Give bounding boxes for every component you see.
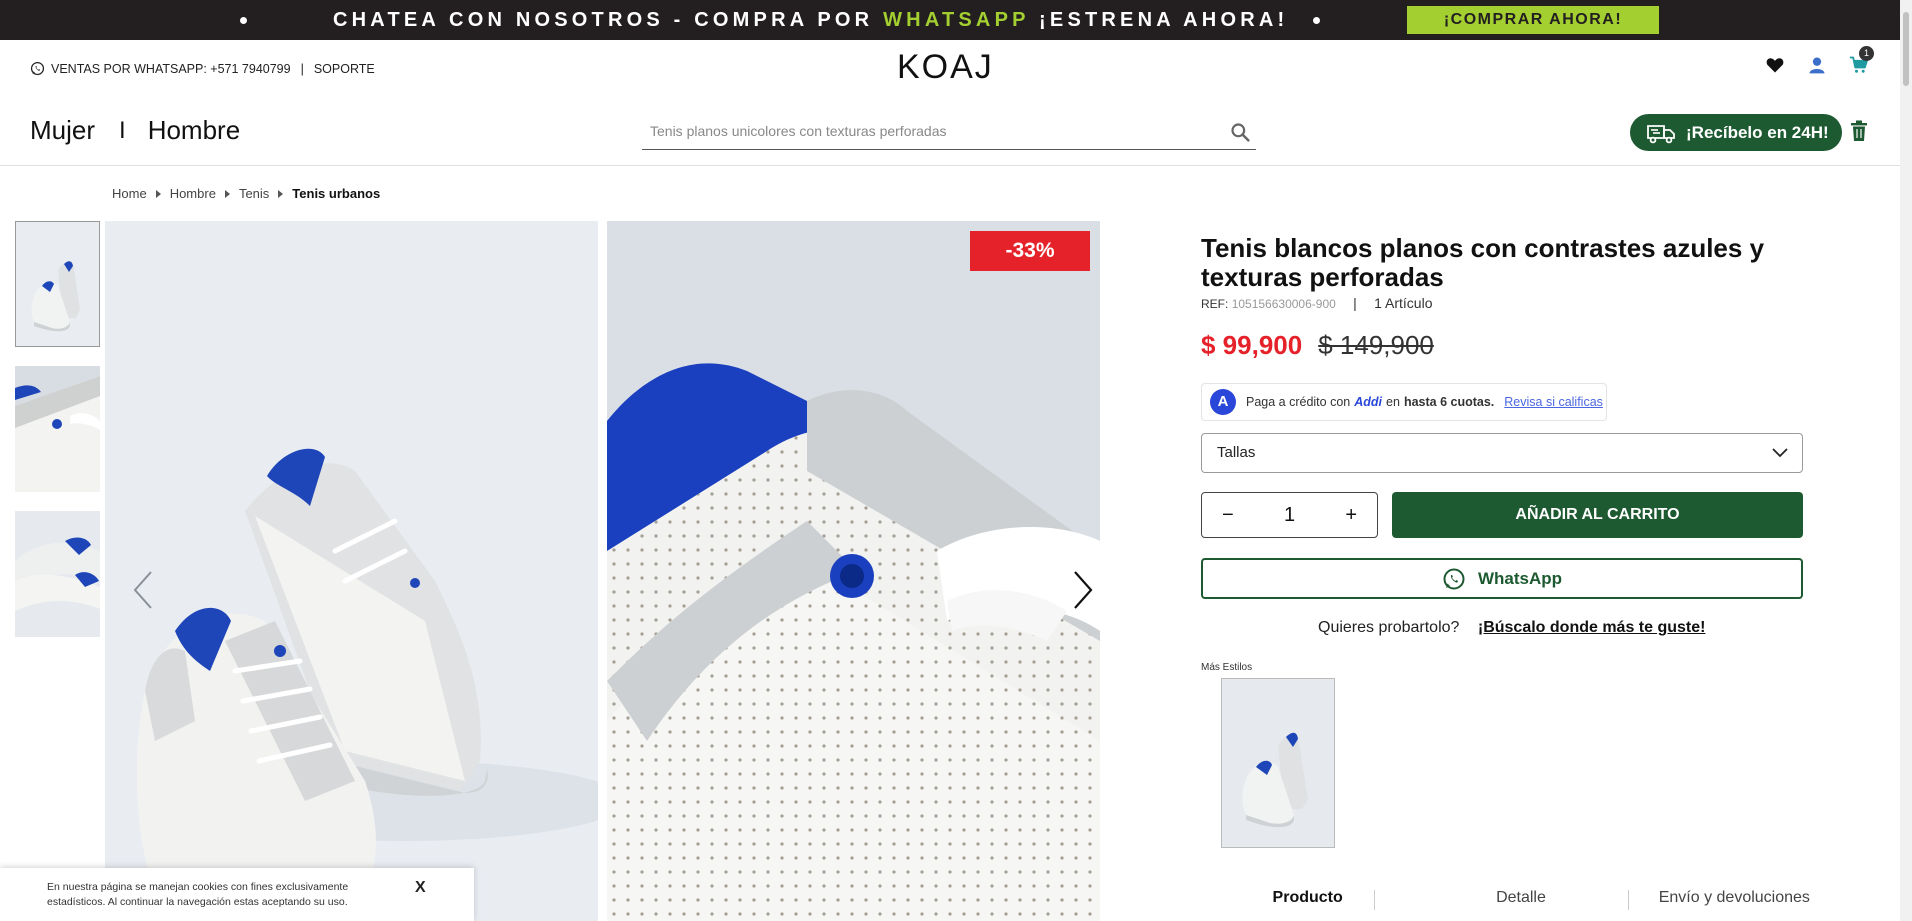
nav-men[interactable]: Hombre: [148, 115, 240, 146]
quantity-minus-button[interactable]: −: [1222, 504, 1234, 527]
breadcrumb-home[interactable]: Home: [112, 186, 147, 201]
product-ref: REF: 105156630006-900 | 1 Artículo: [1201, 295, 1433, 311]
tab-shipping-returns[interactable]: Envío y devoluciones: [1628, 880, 1841, 921]
delivery-24h-button[interactable]: ¡Recíbelo en 24H!: [1630, 114, 1842, 151]
addi-credit-banner: A Paga a crédito con Addi en hasta 6 cuo…: [1201, 383, 1607, 421]
product-photo-sneakers: [105, 221, 598, 921]
promo-buy-now-button[interactable]: ¡COMPRAR AHORA!: [1407, 6, 1659, 34]
price-current: $ 99,900: [1201, 330, 1303, 360]
breadcrumb-shoes[interactable]: Tenis: [239, 186, 269, 201]
promo-dot: [240, 17, 247, 24]
tab-divider: [1374, 890, 1375, 910]
koaj-logo[interactable]: KOAJ: [897, 48, 994, 87]
addi-logo-icon: A: [1210, 389, 1236, 415]
breadcrumb: Home Hombre Tenis Tenis urbanos: [112, 186, 380, 201]
gallery-prev-arrow-icon[interactable]: [129, 568, 159, 612]
search-icon[interactable]: [1230, 122, 1250, 142]
cart-count-badge: 1: [1859, 46, 1874, 61]
size-select[interactable]: Tallas: [1201, 433, 1803, 473]
nav-women[interactable]: Mujer: [30, 115, 95, 146]
product-info-tabs: Producto Detalle Envío y devoluciones: [1201, 880, 1841, 921]
search-bar: [642, 116, 1256, 150]
product-title: Tenis blancos planos con contrastes azul…: [1201, 233, 1765, 292]
discount-badge: -33%: [970, 231, 1090, 271]
gallery-thumbnail-1[interactable]: [15, 221, 100, 347]
breadcrumb-current: Tenis urbanos: [292, 186, 381, 201]
support-link[interactable]: SOPORTE: [314, 62, 375, 76]
addi-brand: Addi: [1354, 395, 1383, 409]
price-block: $ 99,900 $ 149,900: [1201, 330, 1434, 361]
nav-separator: I: [119, 116, 126, 144]
delivery-truck-icon: [1647, 124, 1675, 143]
tab-product[interactable]: Producto: [1201, 880, 1414, 921]
quantity-value[interactable]: 1: [1284, 504, 1295, 527]
search-input[interactable]: [642, 116, 1202, 146]
page-scrollbar[interactable]: [1900, 0, 1912, 921]
cookie-banner: En nuestra página se manejan cookies con…: [0, 868, 474, 921]
whatsapp-button[interactable]: WhatsApp: [1201, 558, 1803, 599]
quantity-stepper: − 1 +: [1201, 492, 1378, 538]
trash-icon[interactable]: [1850, 120, 1868, 142]
addi-check-link[interactable]: Revisa si calificas: [1504, 395, 1603, 409]
delivery-label: ¡Recíbelo en 24H!: [1686, 122, 1829, 142]
utility-separator: |: [300, 61, 304, 76]
addi-text-mid: en: [1386, 395, 1400, 409]
chevron-down-icon: [1772, 448, 1788, 458]
ref-separator: |: [1353, 295, 1357, 311]
item-count: 1 Artículo: [1374, 295, 1433, 311]
whatsapp-button-label: WhatsApp: [1477, 568, 1563, 588]
whatsapp-icon: [30, 61, 45, 76]
try-on-prompt: Quieres probartolo? ¡Búscalo donde más t…: [1318, 619, 1705, 637]
whatsapp-sales-link[interactable]: VENTAS POR WHATSAPP: +571 7940799: [51, 62, 291, 76]
cookie-text: En nuestra página se manejan cookies con…: [47, 881, 349, 908]
product-image-detail[interactable]: [607, 221, 1100, 921]
product-image-main[interactable]: [105, 221, 598, 921]
promo-message: CHATEA CON NOSOTROS - COMPRA POR WHATSAP…: [333, 9, 1288, 32]
promo-text-prefix: CHATEA CON NOSOTROS - COMPRA POR: [333, 9, 884, 31]
size-select-label: Tallas: [1217, 444, 1256, 461]
try-on-question: Quieres probartolo?: [1318, 619, 1460, 636]
promo-dot: [1313, 17, 1320, 24]
promo-bar: CHATEA CON NOSOTROS - COMPRA POR WHATSAP…: [0, 0, 1900, 40]
user-icon[interactable]: [1807, 55, 1827, 75]
gallery-next-arrow-icon[interactable]: [1067, 568, 1097, 612]
ref-value: 105156630006-900: [1231, 297, 1336, 311]
gallery-thumbnail-2[interactable]: [15, 366, 100, 492]
find-store-link[interactable]: ¡Búscalo donde más te guste!: [1478, 619, 1706, 636]
quantity-plus-button[interactable]: +: [1345, 504, 1357, 527]
header-icons: 1: [1765, 46, 1874, 75]
product-photo-detail: [607, 221, 1100, 921]
more-styles-label: Más Estilos: [1201, 662, 1253, 673]
breadcrumb-arrow-icon: [224, 189, 230, 198]
cookie-close-button[interactable]: X: [415, 879, 426, 897]
tab-detail[interactable]: Detalle: [1414, 880, 1627, 921]
addi-text-before: Paga a crédito con: [1246, 395, 1351, 409]
gallery-thumbnail-3[interactable]: [15, 511, 100, 637]
whatsapp-icon: [1443, 568, 1465, 589]
promo-text-highlight: WHATSAPP: [883, 9, 1030, 31]
cart-button[interactable]: 1: [1849, 46, 1874, 75]
price-original: $ 149,900: [1318, 330, 1434, 360]
utility-bar: VENTAS POR WHATSAPP: +571 7940799 | SOPO…: [30, 61, 375, 76]
scrollbar-thumb[interactable]: [1903, 12, 1909, 86]
heart-icon[interactable]: [1765, 55, 1785, 75]
header-divider: [0, 165, 1900, 166]
more-styles-thumbnail[interactable]: [1221, 678, 1335, 848]
breadcrumb-arrow-icon: [155, 189, 161, 198]
tab-divider: [1628, 890, 1629, 910]
breadcrumb-arrow-icon: [278, 189, 284, 198]
addi-installments: hasta 6 cuotas.: [1403, 395, 1495, 409]
main-nav: Mujer I Hombre: [30, 115, 240, 146]
breadcrumb-men[interactable]: Hombre: [170, 186, 216, 201]
ref-label: REF:: [1201, 297, 1229, 311]
promo-text-suffix: ¡ESTRENA AHORA!: [1029, 9, 1289, 31]
add-to-cart-button[interactable]: AÑADIR AL CARRITO: [1392, 492, 1803, 538]
